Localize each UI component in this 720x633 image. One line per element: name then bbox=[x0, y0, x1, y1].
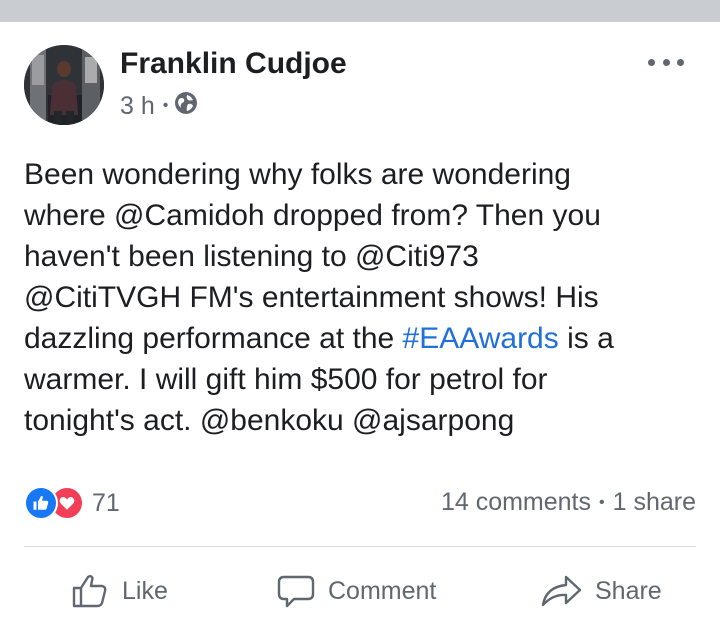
more-options-icon[interactable] bbox=[648, 52, 684, 72]
like-button[interactable]: Like bbox=[70, 567, 168, 615]
action-bar: Like Comment Share bbox=[24, 567, 696, 615]
shares-count-link[interactable]: 1 share bbox=[613, 488, 696, 517]
globe-icon[interactable] bbox=[174, 91, 198, 122]
post-text-segment: is a bbox=[558, 322, 614, 355]
like-reaction-icon bbox=[24, 486, 58, 520]
engagement-separator: • bbox=[599, 493, 605, 511]
author-name[interactable]: Franklin Cudjoe bbox=[120, 47, 347, 81]
comment-button[interactable]: Comment bbox=[276, 567, 436, 615]
post-text-line: tonight's act. @benkoku @ajsarpong bbox=[24, 404, 515, 437]
post-text: Been wondering why folks are wondering w… bbox=[24, 154, 696, 441]
comment-icon bbox=[277, 575, 315, 608]
meta-separator: • bbox=[162, 97, 169, 114]
hashtag-link[interactable]: #EAAwards bbox=[403, 322, 559, 355]
share-label: Share bbox=[595, 576, 662, 605]
share-arrow-icon bbox=[541, 575, 582, 607]
share-button[interactable]: Share bbox=[539, 567, 662, 615]
reaction-count: 71 bbox=[92, 488, 120, 517]
engagement-summary: 14 comments • 1 share bbox=[441, 488, 696, 517]
post-text-line: where @Camidoh dropped from? Then you bbox=[24, 199, 601, 232]
top-strip bbox=[0, 0, 720, 22]
like-label: Like bbox=[122, 576, 168, 605]
post-time[interactable]: 3 h bbox=[120, 92, 155, 121]
post-card: Franklin Cudjoe 3 h • Been wondering why… bbox=[0, 22, 720, 633]
thumbs-up-icon bbox=[72, 575, 107, 608]
divider bbox=[24, 546, 696, 547]
avatar-photo bbox=[24, 45, 104, 125]
post-text-line: warmer. I will gift him $500 for petrol … bbox=[24, 363, 548, 396]
post-meta: 3 h • bbox=[120, 91, 198, 122]
avatar[interactable] bbox=[24, 45, 104, 125]
reactions-summary[interactable]: 71 bbox=[24, 485, 120, 521]
comments-count-link[interactable]: 14 comments bbox=[441, 488, 591, 517]
comment-label: Comment bbox=[328, 576, 437, 605]
post-text-segment: dazzling performance at the bbox=[24, 322, 403, 355]
post-text-line: @CitiTVGH FM's entertainment shows! His bbox=[24, 281, 599, 314]
post-text-line: haven't been listening to @Citi973 bbox=[24, 240, 479, 273]
post-text-line: dazzling performance at the #EAAwards is… bbox=[24, 318, 696, 359]
post-text-line: Been wondering why folks are wondering bbox=[24, 158, 571, 191]
